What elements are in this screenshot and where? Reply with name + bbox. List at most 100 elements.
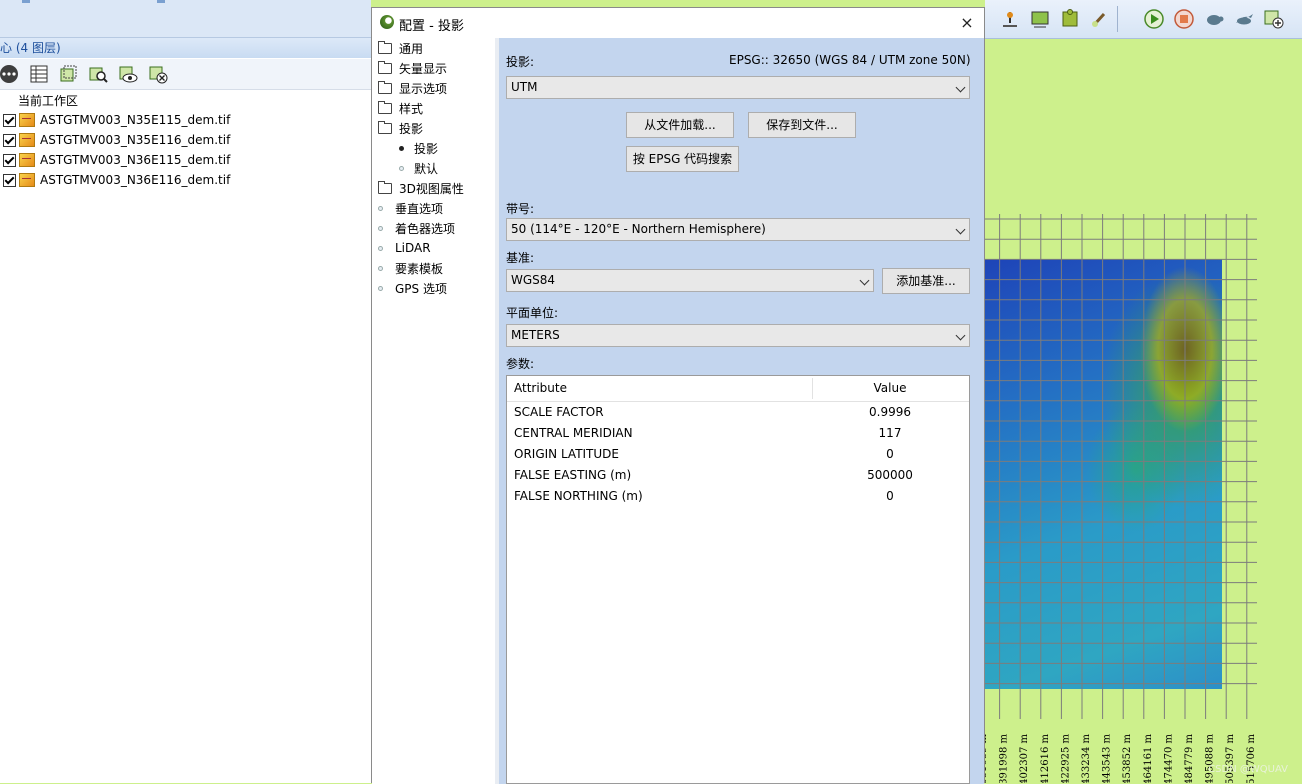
attribute-cell: FALSE NORTHING (m) <box>514 489 643 503</box>
table-row[interactable]: SCALE FACTOR 0.9996 <box>507 402 969 423</box>
dialog-title: 配置 - 投影 <box>399 19 464 34</box>
nav-item[interactable]: 投影 <box>399 138 438 158</box>
brush-icon[interactable] <box>1089 8 1111 30</box>
nav-item-label: 显示选项 <box>399 81 448 96</box>
layer-control-panel: 心 (4 图层) 当前工作区 ASTGTMV003_N35E115_dem.ti… <box>0 0 371 783</box>
layer-checkbox[interactable] <box>3 133 16 147</box>
bullet-icon <box>378 245 383 251</box>
column-divider <box>812 378 813 399</box>
x-tick-label: 484779 m <box>1184 733 1195 783</box>
close-button[interactable]: × <box>956 12 978 34</box>
parameters-table[interactable]: Attribute Value SCALE FACTOR 0.9996 CENTRA… <box>506 375 970 784</box>
attribute-cell: SCALE FACTOR <box>514 405 604 419</box>
folder-icon <box>378 40 392 54</box>
strip-tick <box>22 0 30 3</box>
layer-checkbox[interactable] <box>3 153 16 167</box>
raster-layer-icon <box>19 153 35 167</box>
epsg-search-button[interactable]: 按 EPSG 代码搜索 <box>626 146 739 172</box>
nav-item[interactable]: 矢量显示 <box>378 58 447 78</box>
puzzle-icon[interactable] <box>1059 8 1081 30</box>
column-header-attribute[interactable]: Attribute <box>514 376 567 401</box>
nav-item[interactable]: 显示选项 <box>378 78 447 98</box>
config-dialog: 配置 - 投影 × 通用 矢量显示 显示选项 样式 投影 投影 默认 3D视图属性 垂直选项 着色… <box>371 7 985 784</box>
x-tick-label: 464161 m <box>1143 733 1154 783</box>
stop-icon[interactable] <box>1173 8 1195 30</box>
units-label: 平面单位: <box>506 306 559 320</box>
nav-item[interactable]: GPS 选项 <box>378 278 447 298</box>
rabbit-icon[interactable] <box>1233 8 1255 30</box>
table-row[interactable]: CENTRAL MERIDIAN 117 <box>507 423 969 444</box>
left-top-strip <box>0 0 371 38</box>
value-cell: 0.9996 <box>869 405 911 419</box>
layer-name: ASTGTMV003_N35E116_dem.tif <box>40 133 231 147</box>
nav-item[interactable]: 3D视图属性 <box>378 178 464 198</box>
x-tick-label: 381689 m <box>985 733 989 783</box>
value-cell: 117 <box>878 426 902 440</box>
x-tick-label: 402307 m <box>1019 733 1030 783</box>
table-row[interactable]: ORIGIN LATITUDE 0 <box>507 444 969 465</box>
folder-icon <box>378 100 392 114</box>
nav-item[interactable]: 要素模板 <box>378 258 443 278</box>
show-layer-icon[interactable] <box>117 63 139 85</box>
layer-checkbox[interactable] <box>3 173 16 187</box>
x-tick-label: 433234 m <box>1081 733 1092 783</box>
workspace-label: 当前工作区 <box>18 94 79 108</box>
x-tick-label: 412616 m <box>1040 733 1051 783</box>
nav-item[interactable]: 投影 <box>378 118 423 138</box>
zoom-to-layer-icon[interactable] <box>87 63 109 85</box>
attribute-table-icon[interactable] <box>28 63 50 85</box>
nav-item[interactable]: 通用 <box>378 38 423 58</box>
nav-item[interactable]: 样式 <box>378 98 423 118</box>
zone-select[interactable]: 50 (114°E - 120°E - Northern Hemisphere) <box>506 218 970 241</box>
map-frame-icon[interactable] <box>1029 8 1051 30</box>
layer-row[interactable]: ASTGTMV003_N35E115_dem.tif <box>3 111 230 129</box>
add-layer-icon[interactable] <box>1263 8 1285 30</box>
layer-name: ASTGTMV003_N35E115_dem.tif <box>40 113 231 127</box>
nav-item-label: 默认 <box>414 161 439 176</box>
add-datum-button[interactable]: 添加基准... <box>882 268 970 294</box>
selected-bullet-icon <box>399 145 404 151</box>
nav-item-label: 矢量显示 <box>399 61 448 76</box>
bullet-icon <box>378 265 383 271</box>
chevron-down-icon <box>955 330 966 341</box>
layer-extent-icon[interactable] <box>57 63 79 85</box>
chevron-down-icon <box>955 224 966 235</box>
table-header: Attribute Value <box>507 376 969 402</box>
nav-item[interactable]: 着色器选项 <box>378 218 455 238</box>
layer-row[interactable]: ASTGTMV003_N36E116_dem.tif <box>3 171 230 189</box>
table-row[interactable]: FALSE NORTHING (m) 0 <box>507 486 969 507</box>
attribute-cell: ORIGIN LATITUDE <box>514 447 619 461</box>
layer-row[interactable]: ASTGTMV003_N35E116_dem.tif <box>3 131 230 149</box>
table-row[interactable]: FALSE EASTING (m) 500000 <box>507 465 969 486</box>
watermark: CSDN @WQUAV <box>1208 764 1288 775</box>
map-view[interactable]: 381689 m 391998 m 402307 m 412616 m 422925 m… <box>985 39 1302 783</box>
nav-item[interactable]: 默认 <box>399 158 438 178</box>
load-from-file-button[interactable]: 从文件加载... <box>626 112 734 138</box>
bullet-icon <box>378 225 383 231</box>
datum-label: 基准: <box>506 251 535 265</box>
datum-value: WGS84 <box>511 273 556 287</box>
datum-select[interactable]: WGS84 <box>506 269 874 292</box>
pin-icon[interactable] <box>999 8 1021 30</box>
attribute-cell: FALSE EASTING (m) <box>514 468 632 482</box>
x-tick-label: 495088 m <box>1205 733 1216 783</box>
settings-nav-tree: 通用 矢量显示 显示选项 样式 投影 投影 默认 3D视图属性 垂直选项 着色器选项 LiDAR 要素… <box>372 38 496 784</box>
play-icon[interactable] <box>1143 8 1165 30</box>
save-to-file-button[interactable]: 保存到文件... <box>748 112 856 138</box>
turtle-icon[interactable] <box>1203 8 1225 30</box>
nav-item[interactable]: LiDAR <box>378 238 431 258</box>
nav-item[interactable]: 垂直选项 <box>378 198 443 218</box>
layer-checkbox[interactable] <box>3 113 16 127</box>
nav-item-label: 着色器选项 <box>395 221 456 236</box>
x-tick-label: 453852 m <box>1122 733 1133 783</box>
units-select[interactable]: METERS <box>506 324 970 347</box>
map-grid: 381689 m 391998 m 402307 m 412616 m 422925 m… <box>985 214 1257 783</box>
more-options-icon[interactable] <box>0 63 20 85</box>
column-header-value[interactable]: Value <box>815 376 965 401</box>
layer-row[interactable]: ASTGTMV003_N36E115_dem.tif <box>3 151 230 169</box>
projection-select[interactable]: UTM <box>506 76 970 99</box>
raster-layer-icon <box>19 113 35 127</box>
remove-layer-icon[interactable] <box>147 63 169 85</box>
folder-icon <box>378 120 392 134</box>
strip-tick <box>157 0 165 3</box>
